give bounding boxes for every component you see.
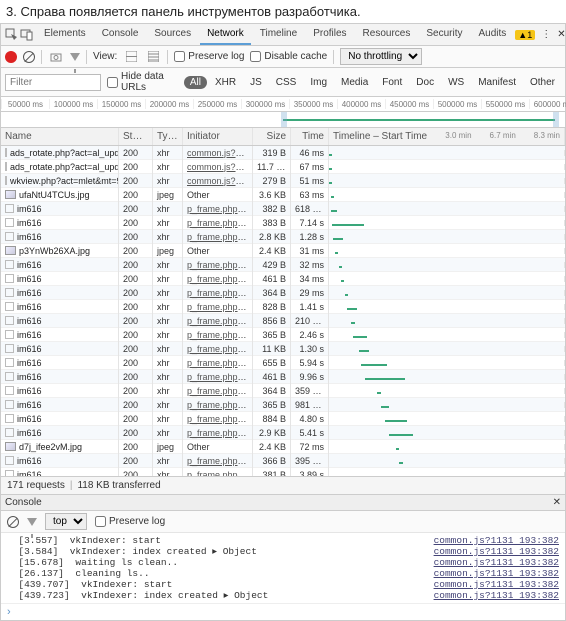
console-prompt[interactable]: › (1, 603, 565, 620)
view-label: View: (93, 51, 117, 62)
tab-profiles[interactable]: Profiles (306, 24, 353, 45)
image-icon (5, 190, 16, 199)
file-icon (5, 386, 14, 395)
file-icon (5, 358, 14, 367)
device-icon[interactable] (20, 27, 33, 43)
disable-cache-checkbox[interactable]: Disable cache (250, 51, 327, 62)
type-filter-xhr[interactable]: XHR (209, 76, 242, 89)
network-toolbar: View: Preserve log Disable cache No thro… (1, 46, 565, 68)
file-icon (5, 470, 14, 476)
file-icon (5, 274, 14, 283)
type-filter-font[interactable]: Font (376, 76, 408, 89)
warning-badge[interactable]: ▲1 (515, 30, 535, 40)
filter-input[interactable] (5, 74, 101, 91)
tab-sources[interactable]: Sources (147, 24, 198, 45)
file-icon (5, 204, 14, 213)
console-preserve-log-checkbox[interactable]: Preserve log (95, 516, 165, 527)
type-filter-css[interactable]: CSS (270, 76, 303, 89)
inspect-icon[interactable] (5, 27, 18, 43)
console-line[interactable]: [439.723] vkIndexer: index created ▸ Obj… (7, 590, 559, 601)
type-filter-all[interactable]: All (184, 76, 207, 89)
tab-security[interactable]: Security (419, 24, 469, 45)
page-caption: 3. Справа появляется панель инструментов… (0, 0, 566, 23)
tab-network[interactable]: Network (200, 24, 251, 45)
console-toolbar: top Preserve log (1, 511, 565, 533)
tab-resources[interactable]: Resources (356, 24, 418, 45)
file-icon (5, 218, 14, 227)
file-icon (5, 162, 7, 171)
file-icon (5, 260, 14, 269)
tab-elements[interactable]: Elements (37, 24, 93, 45)
file-icon (5, 148, 7, 157)
file-icon (5, 428, 14, 437)
capture-screenshot-icon[interactable] (48, 49, 64, 65)
devtools-panel: ElementsConsoleSourcesNetworkTimelinePro… (0, 23, 566, 621)
file-icon (5, 372, 14, 381)
request-table[interactable]: ads_rotate.php?act=al_update_ad200xhrcom… (1, 146, 565, 476)
record-icon[interactable] (5, 51, 17, 63)
devtools-tabbar: ElementsConsoleSourcesNetworkTimelinePro… (1, 24, 565, 46)
throttling-select[interactable]: No throttling (340, 48, 422, 65)
console-clear-icon[interactable] (7, 516, 19, 528)
file-icon (5, 232, 14, 241)
filter-bar: Hide data URLs AllXHRJSCSSImgMediaFontDo… (1, 68, 565, 97)
console-drawer-header: Console ✕ (1, 494, 565, 511)
file-icon (5, 302, 14, 311)
type-filter-doc[interactable]: Doc (410, 76, 440, 89)
overview-waveform[interactable] (1, 112, 565, 128)
preserve-log-checkbox[interactable]: Preserve log (174, 51, 244, 62)
file-icon (5, 316, 14, 325)
type-filter-manifest[interactable]: Manifest (472, 76, 522, 89)
console-title[interactable]: Console (5, 497, 42, 508)
summary-bar: 171 requests|118 KB transferred (1, 476, 565, 494)
filter-icon[interactable] (70, 53, 80, 61)
console-filter-icon[interactable] (27, 518, 37, 526)
clear-icon[interactable] (23, 51, 35, 63)
table-row[interactable]: im616200xhrp_frame.php?7:62381 B3.89 s (1, 468, 565, 476)
console-line[interactable]: [3.557] vkIndexer: startcommon.js?1131 1… (7, 535, 559, 546)
console-line[interactable]: [26.137] cleaning ls..common.js?1131 193… (7, 568, 559, 579)
type-filter-other[interactable]: Other (524, 76, 561, 89)
image-icon (5, 442, 16, 451)
type-filter-js[interactable]: JS (244, 76, 268, 89)
timeline-ruler[interactable]: 50000 ms100000 ms150000 ms200000 ms25000… (1, 97, 565, 112)
tab-timeline[interactable]: Timeline (253, 24, 304, 45)
type-filter-media[interactable]: Media (335, 76, 374, 89)
view-small-icon[interactable] (145, 49, 161, 65)
file-icon (5, 344, 14, 353)
file-icon (5, 176, 7, 185)
console-context-select[interactable]: top (45, 513, 87, 530)
close-icon[interactable]: ✕ (557, 29, 565, 40)
file-icon (5, 456, 14, 465)
type-filter-ws[interactable]: WS (442, 76, 470, 89)
image-icon (5, 246, 16, 255)
tab-console[interactable]: Console (95, 24, 146, 45)
console-line[interactable]: [3.584] vkIndexer: index created ▸ Objec… (7, 546, 559, 557)
tab-audits[interactable]: Audits (471, 24, 513, 45)
file-icon (5, 414, 14, 423)
table-header[interactable]: Name Status Type Initiator Size Time Tim… (1, 128, 565, 146)
hide-data-urls-checkbox[interactable]: Hide data URLs (107, 71, 178, 93)
file-icon (5, 400, 14, 409)
console-line[interactable]: [15.678] waiting ls clean..common.js?113… (7, 557, 559, 568)
file-icon (5, 288, 14, 297)
console-close-icon[interactable]: ✕ (553, 497, 561, 508)
console-body[interactable]: [3.557] vkIndexer: startcommon.js?1131 1… (1, 533, 565, 603)
file-icon (5, 330, 14, 339)
more-icon[interactable]: ⋮ (541, 29, 551, 40)
type-filter-img[interactable]: Img (304, 76, 333, 89)
console-line[interactable]: [439.707] vkIndexer: startcommon.js?1131… (7, 579, 559, 590)
view-large-icon[interactable] (123, 49, 139, 65)
